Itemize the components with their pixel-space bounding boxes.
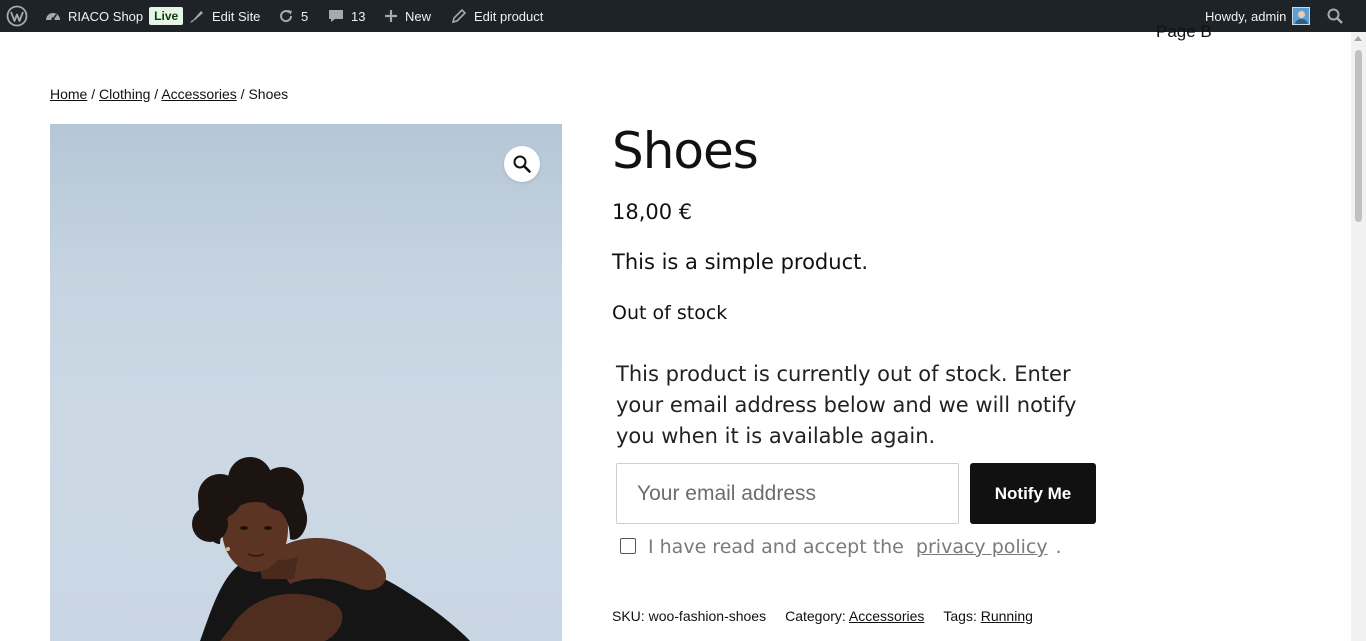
brush-icon	[188, 7, 206, 25]
wordpress-logo-icon[interactable]	[6, 0, 28, 32]
breadcrumb-clothing[interactable]: Clothing	[99, 86, 150, 102]
site-name-menu[interactable]: RIACO Shop Live	[44, 0, 184, 32]
new-content-link[interactable]: New	[383, 0, 431, 32]
consent-text: I have read and accept the	[648, 536, 904, 558]
product-image[interactable]	[50, 124, 562, 641]
breadcrumb-home[interactable]: Home	[50, 86, 87, 102]
scrollbar[interactable]	[1351, 32, 1366, 641]
tags-label: Tags:	[943, 608, 977, 624]
edit-site-label: Edit Site	[212, 8, 261, 24]
category-label: Category:	[785, 608, 846, 624]
category-link[interactable]: Accessories	[849, 608, 924, 624]
site-name: RIACO Shop	[68, 8, 144, 24]
tags-wrapper: Tags: Running	[943, 608, 1033, 624]
refresh-icon	[277, 7, 295, 25]
magnifier-icon[interactable]	[504, 146, 540, 182]
stock-status: Out of stock	[612, 302, 728, 324]
account-menu[interactable]: Howdy, admin	[1205, 0, 1311, 32]
comments-count: 13	[351, 8, 366, 24]
live-badge: Live	[149, 7, 184, 25]
breadcrumb-separator: /	[240, 86, 245, 102]
edit-product-link[interactable]: Edit product	[450, 0, 543, 32]
page-label[interactable]: Page B	[1156, 22, 1212, 42]
consent-period: .	[1055, 536, 1062, 558]
dashboard-gauge-icon	[44, 7, 62, 25]
email-field[interactable]	[616, 463, 959, 524]
comments-link[interactable]: 13	[327, 0, 365, 32]
updates-count: 5	[301, 8, 309, 24]
breadcrumb: Home / Clothing / Accessories / Shoes	[50, 86, 288, 102]
sku-value: woo-fashion-shoes	[648, 608, 767, 624]
greeting: Howdy, admin	[1205, 8, 1287, 24]
short-description: This is a simple product.	[612, 250, 869, 274]
scrollbar-thumb[interactable]	[1355, 50, 1362, 222]
notify-me-button[interactable]: Notify Me	[970, 463, 1096, 524]
plus-icon	[383, 8, 399, 24]
new-label: New	[405, 8, 432, 24]
pencil-icon	[450, 7, 468, 25]
scroll-up-arrow-icon[interactable]	[1354, 36, 1362, 41]
updates-link[interactable]: 5	[277, 0, 308, 32]
product-meta: SKU: woo-fashion-shoes Category: Accesso…	[612, 608, 1033, 624]
consent-label: I have read and accept the privacy polic…	[648, 536, 1062, 558]
tag-link[interactable]: Running	[981, 608, 1033, 624]
product-price: 18,00 €	[612, 200, 693, 224]
notify-message: This product is currently out of stock. …	[616, 362, 1077, 448]
product-title: Shoes	[612, 122, 759, 180]
breadcrumb-accessories[interactable]: Accessories	[161, 86, 236, 102]
consent-checkbox[interactable]	[620, 538, 636, 554]
sku-label: SKU:	[612, 608, 645, 624]
breadcrumb-separator: /	[154, 86, 159, 102]
edit-site-link[interactable]: Edit Site	[188, 0, 260, 32]
breadcrumb-separator: /	[91, 86, 96, 102]
search-icon[interactable]	[1326, 0, 1344, 32]
speech-bubble-icon	[327, 7, 345, 25]
breadcrumb-current: Shoes	[248, 86, 289, 102]
edit-product-label: Edit product	[474, 8, 544, 24]
category-wrapper: Category: Accessories	[785, 608, 924, 624]
product-photo	[192, 457, 470, 641]
sku-wrapper: SKU: woo-fashion-shoes	[612, 608, 766, 624]
privacy-policy-link[interactable]: privacy policy	[916, 536, 1048, 558]
avatar	[1292, 7, 1311, 25]
